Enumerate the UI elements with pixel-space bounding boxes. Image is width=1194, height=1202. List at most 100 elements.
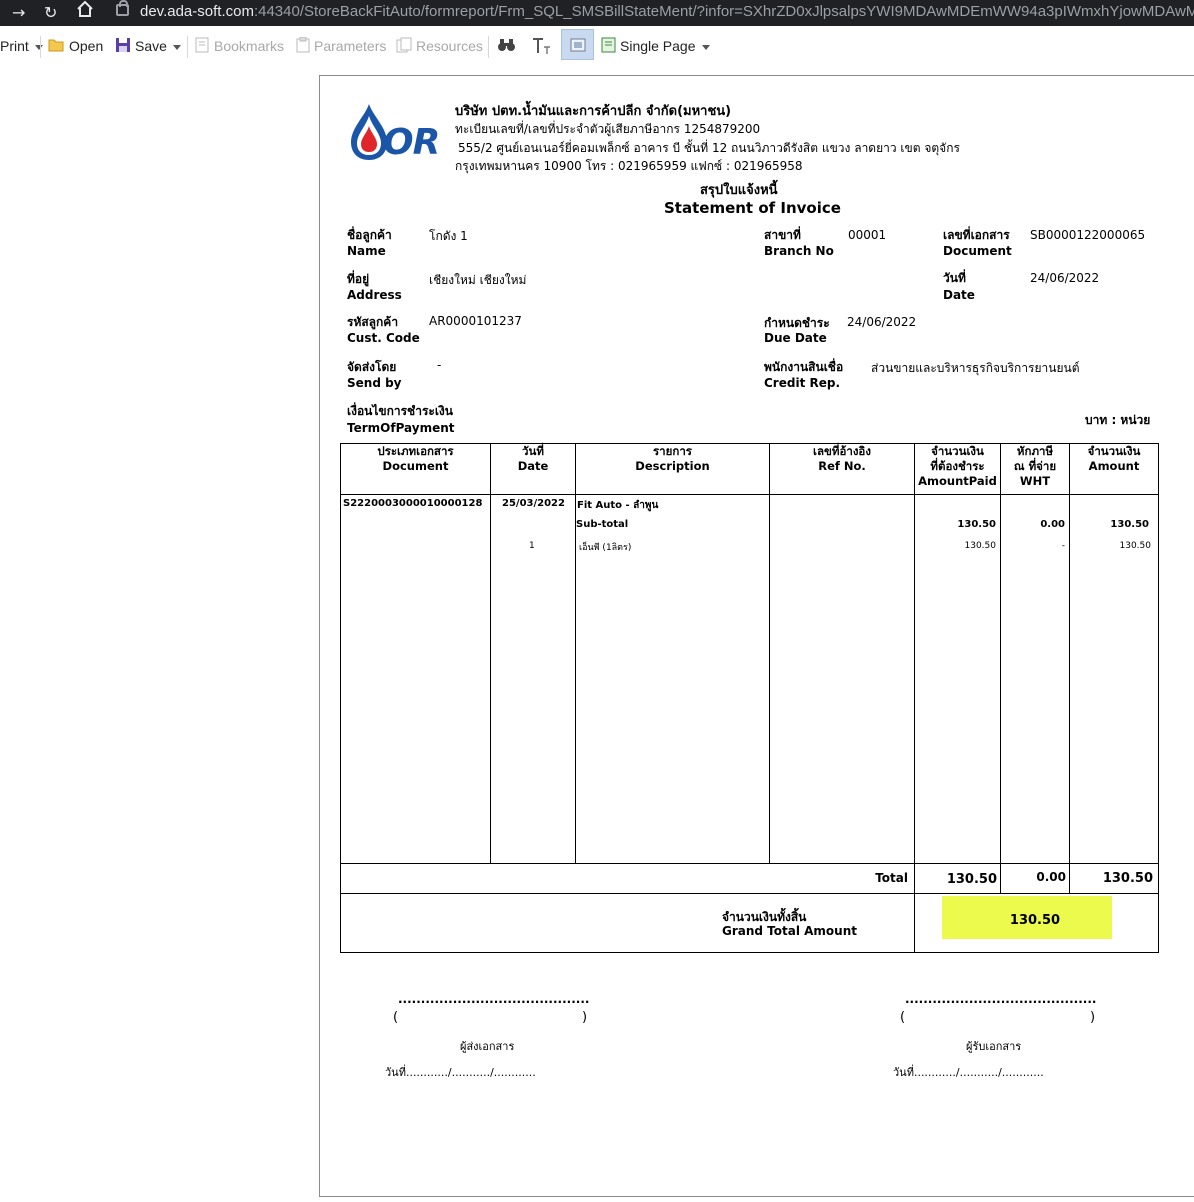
term-label: TermOfPayment xyxy=(347,421,455,435)
sender-date-line: วันที่............/.........../.........… xyxy=(385,1066,536,1079)
signature-open-paren: ( xyxy=(393,1010,399,1025)
view-mode-dropdown[interactable]: Single Page xyxy=(601,37,710,57)
subtotal-label: Sub-total xyxy=(576,519,629,530)
company-contact: กรุงเทพมหานคร 10900 โทร : 021965959 แฟกซ… xyxy=(455,159,803,173)
header-thai: ณ ที่จ่าย xyxy=(1013,459,1057,473)
row-description: Fit Auto - ลำพูน xyxy=(577,500,659,511)
bookmarks-label: Bookmarks xyxy=(214,38,285,54)
column-header-wht: หักภาษีณ ที่จ่าย WHT xyxy=(1001,444,1069,489)
open-label: Open xyxy=(69,38,104,54)
forward-arrow-icon[interactable]: → xyxy=(12,3,25,22)
home-icon[interactable] xyxy=(76,0,94,22)
reload-icon[interactable]: ↻ xyxy=(44,3,57,22)
header-english: Ref No. xyxy=(818,459,866,473)
column-header-amount-paid: จำนวนเงิน ที่ต้องชำระ AmountPaid xyxy=(915,444,1000,489)
header-thai: รายการ xyxy=(653,444,692,458)
column-divider xyxy=(1069,443,1070,894)
editor-button[interactable] xyxy=(531,37,551,57)
header-thai: จำนวนเงิน xyxy=(1087,444,1141,458)
report-title-thai: สรุปใบแจ้งหนี้ xyxy=(700,183,778,198)
company-address: 555/2 ศูนย์เอนเนอร์ยี่คอมเพล็กซ์ อาคาร บ… xyxy=(458,141,960,155)
chevron-down-icon xyxy=(34,44,43,50)
sender-label: ผู้ส่งเอกสาร xyxy=(460,1040,515,1053)
bookmarks-icon xyxy=(194,37,210,57)
table-border xyxy=(1158,443,1159,953)
column-divider xyxy=(575,443,576,864)
total-label: Total xyxy=(875,871,908,885)
print-label: Print xyxy=(0,38,29,54)
toolbar-divider xyxy=(187,36,188,58)
total-amount-paid: 130.50 xyxy=(946,872,997,887)
report-toolbar: Print Open Save Bookmarks Parameters Res… xyxy=(0,26,1194,66)
url-path: :44340/StoreBackFitAuto/formreport/Frm_S… xyxy=(253,3,1194,20)
table-border xyxy=(340,952,1159,953)
parameters-button[interactable]: Parameters xyxy=(296,36,387,57)
company-name: บริษัท ปตท.น้ำมันและการค้าปลีก จำกัด(มหา… xyxy=(455,104,732,119)
lock-icon xyxy=(116,0,129,16)
date-label-thai: วันที่ xyxy=(943,271,966,285)
find-button[interactable] xyxy=(497,37,516,57)
cust-code-value: AR0000101237 xyxy=(429,314,522,328)
company-tax-id: ทะเบียนเลขที่/เลขที่ประจำตัวผู้เสียภาษีอ… xyxy=(455,122,761,136)
bookmarks-button[interactable]: Bookmarks xyxy=(194,37,284,57)
header-thai: หักภาษี xyxy=(1016,444,1054,458)
header-english: AmountPaid xyxy=(918,474,997,488)
text-format-icon xyxy=(531,38,551,58)
column-divider xyxy=(1000,443,1001,894)
address-label: Address xyxy=(347,288,402,302)
column-header-date: วันที่ Date xyxy=(491,444,575,474)
item-wht: - xyxy=(1061,541,1065,551)
open-button[interactable]: Open xyxy=(48,37,103,57)
name-label: Name xyxy=(347,244,386,258)
chevron-down-icon xyxy=(701,44,710,50)
item-description: เอ็นพี (1ลิตร) xyxy=(579,543,632,553)
subtotal-amount-paid: 130.50 xyxy=(957,519,996,530)
total-divider xyxy=(340,893,1159,894)
view-mode-label: Single Page xyxy=(620,38,696,54)
or-logo: OR xyxy=(349,102,449,166)
credit-rep-label: Credit Rep. xyxy=(764,376,841,390)
total-amount: 130.50 xyxy=(1102,871,1153,886)
date-label: Date xyxy=(943,288,975,302)
header-thai: วันที่ xyxy=(522,444,544,458)
column-header-amount: จำนวนเงิน Amount xyxy=(1070,444,1158,474)
logo-text: OR xyxy=(383,122,440,163)
address-value: เชียงใหม่ เชียงใหม่ xyxy=(429,273,527,287)
item-amount-paid: 130.50 xyxy=(964,541,997,551)
header-english: WHT xyxy=(1019,474,1051,488)
credit-rep-value: ส่วนขายและบริหารธุรกิจบริการยานยนต์ xyxy=(871,361,1080,375)
row-date: 25/03/2022 xyxy=(502,498,565,509)
table-border xyxy=(340,443,341,953)
branch-value: 00001 xyxy=(848,228,887,242)
floppy-disk-icon xyxy=(115,37,131,57)
credit-rep-label-thai: พนักงานสินเชื่อ xyxy=(764,360,844,374)
cust-code-label-thai: รหัสลูกค้า xyxy=(347,315,399,329)
save-button[interactable]: Save xyxy=(115,37,181,57)
signature-close-paren: ) xyxy=(1090,1010,1096,1025)
due-date-label: Due Date xyxy=(764,331,827,345)
header-thai: เลขที่อ้างอิง xyxy=(813,444,871,458)
resources-label: Resources xyxy=(416,38,483,54)
send-by-value: - xyxy=(437,358,442,372)
header-english: Amount xyxy=(1088,459,1140,473)
fullscreen-toggle-button[interactable] xyxy=(561,29,594,60)
branch-label: Branch No xyxy=(764,244,834,258)
document-label: Document xyxy=(943,244,1012,258)
document-value: SB0000122000065 xyxy=(1030,228,1146,242)
signature-close-paren: ) xyxy=(582,1010,588,1025)
signature-line: ........................................… xyxy=(905,992,1097,1006)
subtotal-amount: 130.50 xyxy=(1110,519,1149,530)
item-amount: 130.50 xyxy=(1119,541,1152,551)
print-button[interactable]: Print xyxy=(0,37,43,57)
header-thai: ประเภทเอกสาร xyxy=(377,444,454,458)
grand-total-label: Grand Total Amount xyxy=(722,924,857,938)
header-thai: จำนวนเงิน xyxy=(931,444,984,458)
signature-open-paren: ( xyxy=(900,1010,906,1025)
subtotal-wht: 0.00 xyxy=(1040,519,1065,530)
binoculars-icon xyxy=(497,39,516,56)
address-label-thai: ที่อยู่ xyxy=(347,272,370,286)
branch-label-thai: สาขาที่ xyxy=(764,228,801,242)
parameters-label: Parameters xyxy=(314,38,387,54)
url-field[interactable]: dev.ada-soft.com:44340/StoreBackFitAuto/… xyxy=(140,3,1194,20)
resources-button[interactable]: Resources xyxy=(396,37,483,57)
